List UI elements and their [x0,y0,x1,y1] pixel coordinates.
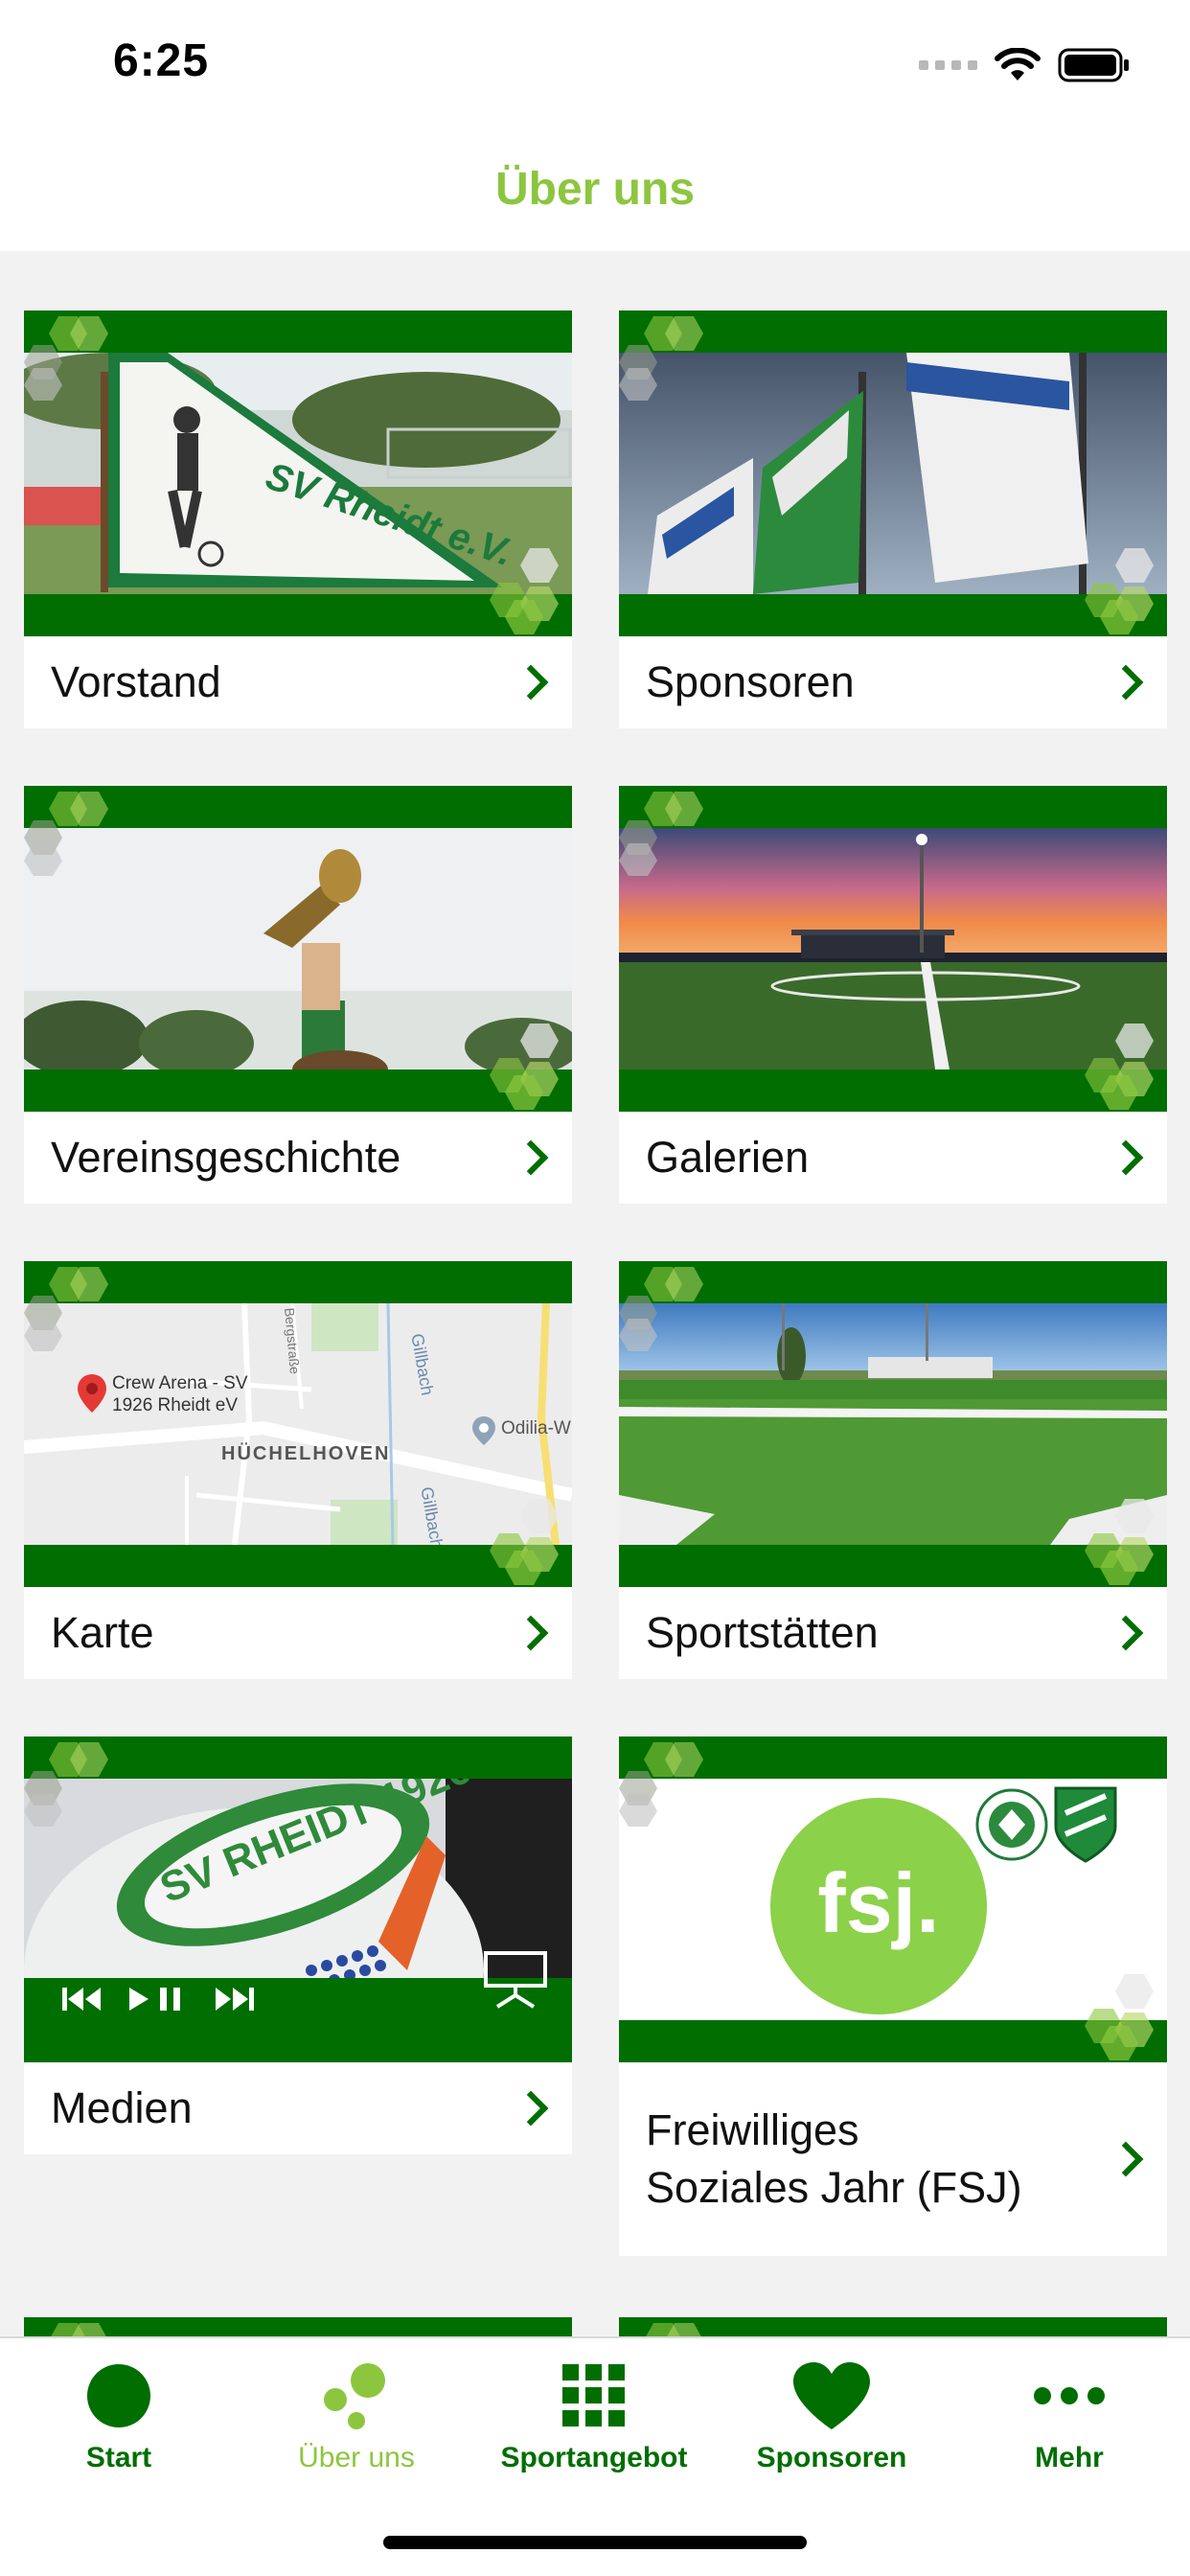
card-partial[interactable] [619,2317,1167,2336]
map-district-label: HÜCHELHOVEN [221,1443,391,1464]
card-sportstaetten[interactable]: Sportstätten [619,1261,1167,1679]
hexagon-decoration-icon [51,2323,106,2336]
hexagon-decoration-icon [619,1267,703,1351]
card-label-row: Karte [24,1587,572,1679]
card-fsj[interactable]: fsj. Freiwilliges Soziales Jahr (FSJ) [619,1736,1167,2256]
hexagon-decoration-icon [490,1499,559,1585]
card-label-row: Vorstand [24,636,572,728]
hexagon-decoration-icon [24,792,108,876]
fsj-logo: fsj. [770,1798,987,2014]
map-place-name: Crew Arena - SV 1926 Rheidt eV [112,1373,248,1415]
heart-icon [793,2362,870,2429]
hexagon-decoration-icon [1085,548,1154,634]
cellular-signal-icon [919,60,977,70]
hexagon-decoration-icon [619,1742,703,1827]
card-label: Galerien [646,1133,810,1182]
more-icon [1034,2387,1105,2404]
hexagon-decoration-icon [24,1742,108,1827]
card-label-row: Galerien [619,1112,1167,1204]
circle-icon [87,2364,150,2427]
card-medien[interactable]: SV RHEIDT 1926 Medien [24,1736,572,2154]
card-vorstand[interactable]: SV Rheidt e.V. Vorstand [24,310,572,728]
card-karte[interactable]: Crew Arena - SV 1926 Rheidt eV HÜCHELHOV… [24,1261,572,1679]
card-label: Freiwilliges Soziales Jahr (FSJ) [646,2105,1022,2212]
hexagon-decoration-icon [646,2323,701,2336]
battery-icon [1058,48,1129,82]
chevron-right-icon [1108,664,1144,701]
play-pause-icon[interactable] [127,1986,185,2012]
card-label-row: Medien [24,2062,572,2154]
skip-forward-icon[interactable] [212,1986,256,2012]
card-label: Vereinsgeschichte [51,1133,401,1182]
card-vereinsgeschichte[interactable]: Vereinsgeschichte [24,786,572,1204]
tab-start[interactable]: Start [0,2358,238,2474]
card-sponsoren[interactable]: Sponsoren [619,310,1167,728]
hexagon-decoration-icon [1085,1499,1154,1585]
card-galerien[interactable]: Galerien [619,786,1167,1204]
card-bottom-bar [24,2020,572,2062]
tab-label: Mehr [1035,2442,1104,2473]
wifi-icon [995,48,1041,80]
page-title: Über uns [494,164,696,215]
nav-header: Über uns [0,126,1190,251]
tab-label: Sportangebot [500,2442,688,2473]
hexagon-decoration-icon [24,316,108,401]
hexagon-decoration-icon [619,792,703,876]
card-label: Sportstätten [646,1608,879,1657]
home-indicator[interactable] [383,2536,807,2549]
status-bar: 6:25 [0,0,1190,126]
dots-icon [324,2363,385,2429]
card-label: Medien [51,2083,193,2132]
tab-sportangebot[interactable]: Sportangebot [475,2358,713,2474]
content-grid: SV Rheidt e.V. Vorstand Sponsoren Verein… [0,251,1190,2336]
card-label: Sponsoren [646,657,855,706]
federation-badge-icon [975,1788,1048,1861]
card-label: Karte [51,1608,154,1657]
grid-icon [562,2364,625,2426]
tab-mehr[interactable]: Mehr [950,2358,1188,2474]
hexagon-decoration-icon [490,548,559,634]
map-poi-label: Odilia-W [501,1418,571,1438]
tab-label: Über uns [298,2442,415,2473]
tab-ueber-uns[interactable]: Über uns [238,2358,475,2474]
club-crest-icon [1054,1786,1117,1863]
card-label-row: Sportstätten [619,1587,1167,1679]
chevron-right-icon [1108,2141,1144,2177]
status-time: 6:25 [113,35,210,86]
status-icons [919,40,1131,90]
chevron-right-icon [1108,1615,1144,1651]
card-label-row: Freiwilliges Soziales Jahr (FSJ) [619,2062,1167,2256]
hexagon-decoration-icon [1085,1974,1154,2060]
card-label-row: Vereinsgeschichte [24,1112,572,1204]
card-label-row: Sponsoren [619,636,1167,728]
tab-sponsoren[interactable]: Sponsoren [713,2358,950,2474]
hexagon-decoration-icon [619,316,703,401]
tab-label: Start [85,2442,152,2473]
map-pin-icon [78,1374,106,1413]
card-partial[interactable] [24,2317,572,2336]
hexagon-decoration-icon [24,1267,108,1351]
chevron-right-icon [513,664,549,701]
skip-back-icon[interactable] [60,1986,104,2012]
card-label: Vorstand [51,657,221,706]
hexagon-decoration-icon [490,1024,559,1110]
chevron-right-icon [513,1139,549,1176]
chevron-right-icon [1108,1139,1144,1176]
fsj-logo-text: fsj. [817,1855,939,1950]
chevron-right-icon [513,1615,549,1651]
chevron-right-icon [513,2090,549,2127]
poi-pin-icon [472,1416,495,1445]
slideshow-icon[interactable] [482,1947,549,2009]
hexagon-decoration-icon [1085,1024,1154,1110]
tab-label: Sponsoren [756,2442,907,2473]
